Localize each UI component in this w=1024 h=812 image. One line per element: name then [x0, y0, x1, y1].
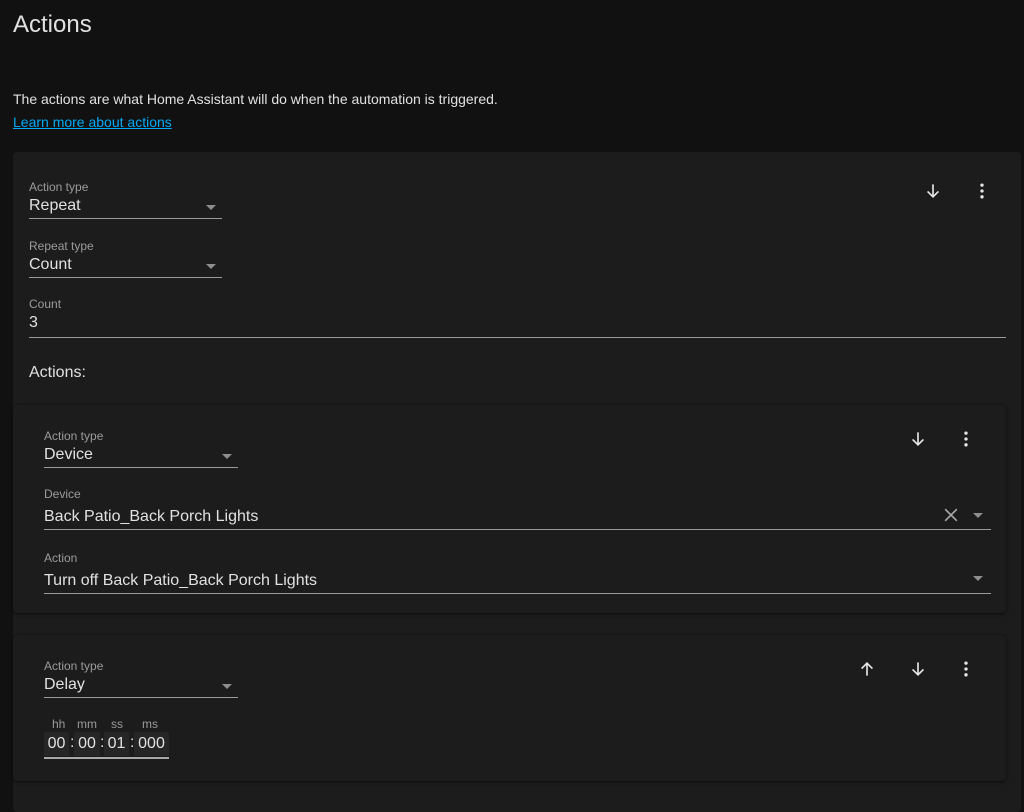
delay-duration-input: hh mm ss ms 00 : 00 : 01 : 000 [44, 717, 169, 759]
delay-action-card: Action type Delay hh mm ss ms 00 : 00 : … [13, 635, 1006, 781]
dropdown-caret-icon [222, 454, 232, 459]
repeat-type-value: Count [29, 256, 72, 273]
action-type-select[interactable]: Action type Device [44, 429, 238, 468]
intro-text: The actions are what Home Assistant will… [13, 91, 498, 107]
more-options-button[interactable] [954, 427, 978, 451]
seconds-input[interactable]: 01 [104, 732, 129, 756]
repeat-type-select[interactable]: Repeat type Count [29, 239, 222, 278]
more-vert-icon [980, 183, 984, 199]
dropdown-caret-icon [973, 576, 983, 581]
field-underline [44, 697, 238, 698]
action-type-select[interactable]: Action type Repeat [29, 180, 222, 219]
device-select[interactable]: Device Back Patio_Back Porch Lights [44, 487, 991, 530]
minutes-input[interactable]: 00 [74, 732, 100, 756]
action-label: Action [44, 551, 78, 565]
page-title: Actions [13, 11, 92, 38]
time-unit-labels: hh mm ss ms [44, 717, 169, 731]
action-type-value: Repeat [29, 197, 81, 214]
field-underline [44, 757, 169, 759]
action-type-value: Device [44, 446, 93, 463]
arrow-down-icon [926, 184, 940, 199]
device-action-select[interactable]: Action Turn off Back Patio_Back Porch Li… [44, 551, 991, 594]
repeat-action-card: Action type Repeat Repeat type Count Cou… [13, 152, 1021, 812]
dropdown-caret-icon [206, 264, 216, 269]
field-underline [44, 467, 238, 468]
actions-heading: Actions: [29, 364, 86, 381]
device-action-card: Action type Device Device Back Patio_Bac… [13, 405, 1006, 613]
more-vert-icon [964, 431, 968, 447]
arrow-down-icon [911, 432, 925, 447]
clear-device-button[interactable] [941, 505, 961, 525]
action-type-label: Action type [29, 180, 89, 194]
field-underline [29, 337, 1006, 338]
action-type-select[interactable]: Action type Delay [44, 659, 238, 698]
hours-label: hh [52, 717, 66, 731]
dropdown-caret-icon [222, 684, 232, 689]
field-underline [44, 529, 991, 530]
clear-icon [944, 508, 958, 522]
move-up-button[interactable] [855, 657, 879, 681]
move-down-button[interactable] [921, 179, 945, 203]
count-value: 3 [29, 314, 38, 331]
more-options-button[interactable] [970, 179, 994, 203]
count-label: Count [29, 297, 62, 311]
more-options-button[interactable] [954, 657, 978, 681]
action-type-value: Delay [44, 676, 85, 693]
device-label: Device [44, 487, 81, 501]
move-down-button[interactable] [906, 657, 930, 681]
more-vert-icon [964, 661, 968, 677]
milliseconds-label: ms [142, 717, 158, 731]
dropdown-caret-icon [973, 513, 983, 518]
learn-more-link[interactable]: Learn more about actions [13, 114, 172, 130]
action-type-label: Action type [44, 429, 104, 443]
dropdown-caret-icon [206, 205, 216, 210]
action-type-label: Action type [44, 659, 104, 673]
move-down-button[interactable] [906, 427, 930, 451]
field-underline [29, 277, 222, 278]
action-value: Turn off Back Patio_Back Porch Lights [44, 572, 318, 589]
repeat-type-label: Repeat type [29, 239, 94, 253]
arrow-down-icon [911, 662, 925, 677]
hours-input[interactable]: 00 [44, 732, 69, 756]
milliseconds-input[interactable]: 000 [134, 732, 169, 756]
device-value: Back Patio_Back Porch Lights [44, 508, 259, 525]
field-underline [29, 218, 222, 219]
field-underline [44, 593, 991, 594]
minutes-label: mm [77, 717, 97, 731]
count-input[interactable]: Count 3 [29, 297, 1006, 338]
seconds-label: ss [111, 717, 123, 731]
arrow-up-icon [860, 661, 874, 676]
